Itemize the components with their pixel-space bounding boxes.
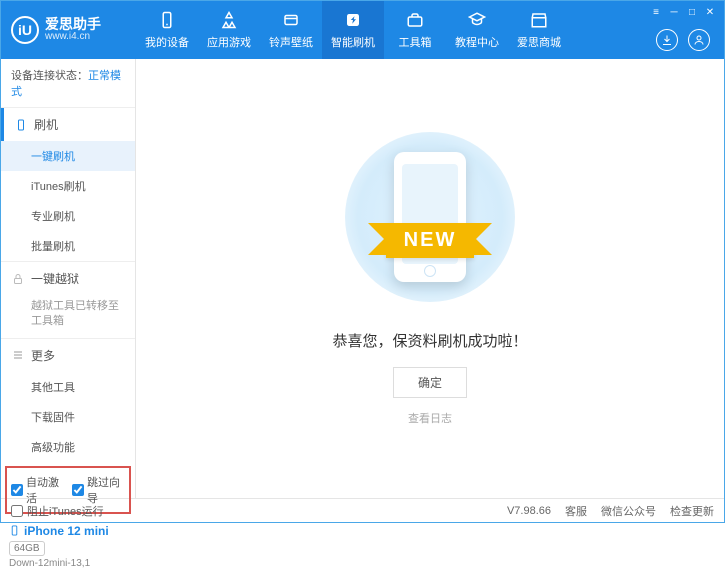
tutorial-icon: [467, 10, 487, 30]
main-content: NEW 恭喜您，保资料刷机成功啦！ 确定 查看日志: [136, 59, 724, 498]
sidebar-item-download-firmware[interactable]: 下载固件: [1, 402, 135, 432]
checkbox-auto-activate[interactable]: 自动激活: [11, 474, 64, 506]
toolbox-icon: [405, 10, 425, 30]
update-link[interactable]: 检查更新: [670, 503, 714, 519]
checkbox-skip-guide[interactable]: 跳过向导: [72, 474, 125, 506]
phone-icon: [9, 525, 20, 536]
nav-toolbox[interactable]: 工具箱: [384, 1, 446, 59]
sidebar-item-itunes-flash[interactable]: iTunes刷机: [1, 171, 135, 201]
nav-apps[interactable]: 应用游戏: [198, 1, 260, 59]
wechat-link[interactable]: 微信公众号: [601, 503, 656, 519]
minimize-button[interactable]: ─: [666, 5, 682, 19]
success-message: 恭喜您，保资料刷机成功啦！: [332, 330, 527, 351]
lock-icon: [11, 272, 25, 286]
sidebar: 设备连接状态：正常模式 刷机 一键刷机 iTunes刷机 专业刷机 批量刷机 一…: [1, 59, 136, 498]
apps-icon: [219, 10, 239, 30]
sidebar-section-flash[interactable]: 刷机: [1, 108, 135, 141]
download-button[interactable]: [656, 29, 678, 51]
device-storage: 64GB: [9, 541, 45, 556]
device-info[interactable]: iPhone 12 mini 64GB Down-12mini-13,1: [1, 518, 135, 579]
nav-my-device[interactable]: 我的设备: [136, 1, 198, 59]
flash-icon: [343, 10, 363, 30]
new-ribbon: NEW: [386, 223, 475, 258]
ringtone-icon: [281, 10, 301, 30]
sidebar-item-pro-flash[interactable]: 专业刷机: [1, 201, 135, 231]
app-title: 爱思助手: [45, 17, 101, 31]
version-label: V7.98.66: [507, 505, 551, 517]
phone-illustration: [394, 152, 466, 282]
sidebar-section-jailbreak[interactable]: 一键越狱: [1, 262, 135, 295]
nav-tutorial[interactable]: 教程中心: [446, 1, 508, 59]
nav-shop[interactable]: 爱思商城: [508, 1, 570, 59]
jailbreak-note: 越狱工具已转移至工具箱: [1, 295, 135, 338]
logo[interactable]: iU 爱思助手 www.i4.cn: [1, 16, 136, 44]
view-log-link[interactable]: 查看日志: [408, 410, 452, 426]
account-button[interactable]: [688, 29, 710, 51]
app-url: www.i4.cn: [45, 31, 101, 43]
success-illustration: NEW: [345, 132, 515, 302]
shop-icon: [529, 10, 549, 30]
checkbox-block-itunes[interactable]: 阻止iTunes运行: [11, 503, 104, 519]
close-button[interactable]: ✕: [702, 5, 718, 19]
list-icon: [11, 348, 25, 362]
sidebar-item-advanced[interactable]: 高级功能: [1, 432, 135, 462]
sidebar-section-more[interactable]: 更多: [1, 339, 135, 372]
maximize-button[interactable]: □: [684, 5, 700, 19]
logo-icon: iU: [11, 16, 39, 44]
nav-flash[interactable]: 智能刷机: [322, 1, 384, 59]
header: iU 爱思助手 www.i4.cn 我的设备 应用游戏 铃声壁纸 智能刷机 工具…: [1, 1, 724, 59]
support-link[interactable]: 客服: [565, 503, 587, 519]
nav-ringtone[interactable]: 铃声壁纸: [260, 1, 322, 59]
sidebar-item-oneclick-flash[interactable]: 一键刷机: [1, 141, 135, 171]
phone-icon: [157, 10, 177, 30]
sidebar-item-other-tools[interactable]: 其他工具: [1, 372, 135, 402]
device-firmware: Down-12mini-13,1: [9, 558, 127, 569]
window-controls: ≡ ─ □ ✕: [648, 5, 718, 19]
ok-button[interactable]: 确定: [393, 367, 467, 398]
top-nav: 我的设备 应用游戏 铃声壁纸 智能刷机 工具箱 教程中心 爱思商城: [136, 1, 724, 59]
device-name: iPhone 12 mini: [24, 524, 109, 538]
sidebar-item-batch-flash[interactable]: 批量刷机: [1, 231, 135, 261]
connection-status: 设备连接状态：正常模式: [1, 59, 135, 107]
phone-icon: [14, 118, 28, 132]
menu-button[interactable]: ≡: [648, 5, 664, 19]
